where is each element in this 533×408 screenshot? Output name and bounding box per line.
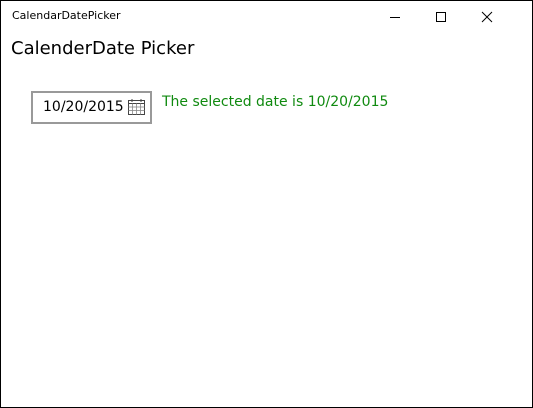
minimize-button[interactable] — [372, 1, 418, 33]
calendar-icon — [128, 99, 145, 115]
page-title: CalenderDate Picker — [11, 38, 195, 59]
close-button[interactable] — [464, 1, 510, 33]
maximize-button[interactable] — [418, 1, 464, 33]
minimize-icon — [390, 17, 400, 18]
close-icon — [481, 11, 493, 23]
app-window: CalendarDatePicker CalenderDate Picker 1… — [0, 0, 533, 408]
window-title: CalendarDatePicker — [12, 9, 121, 22]
date-picker-value: 10/20/2015 — [43, 99, 124, 115]
selected-date-text: The selected date is 10/20/2015 — [162, 94, 389, 110]
calendar-date-picker[interactable]: 10/20/2015 — [31, 91, 152, 124]
title-bar[interactable]: CalendarDatePicker — [1, 1, 532, 33]
maximize-icon — [436, 12, 446, 22]
